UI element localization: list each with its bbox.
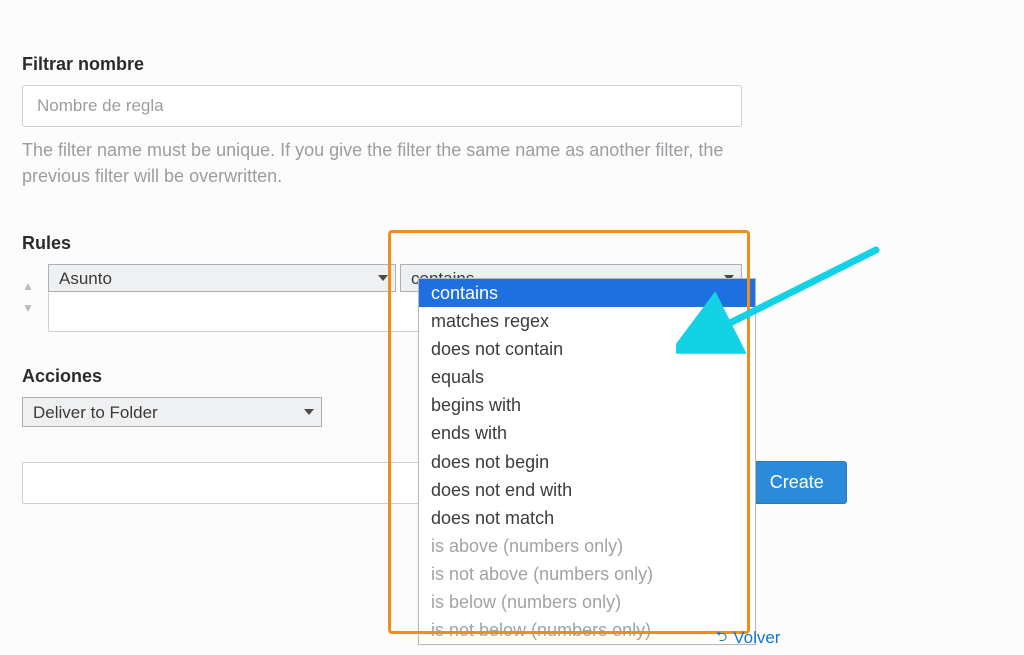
rule-move-up-icon[interactable]: ▲ — [22, 280, 42, 292]
operator-option[interactable]: matches regex — [419, 307, 755, 335]
operator-option: is below (numbers only) — [419, 588, 755, 616]
operator-option[interactable]: contains — [419, 279, 755, 307]
filter-name-help: The filter name must be unique. If you g… — [22, 137, 742, 189]
operator-option[interactable]: does not contain — [419, 335, 755, 363]
operator-option: is above (numbers only) — [419, 532, 755, 560]
operator-option[interactable]: equals — [419, 363, 755, 391]
operator-option: is not above (numbers only) — [419, 560, 755, 588]
operator-option[interactable]: ends with — [419, 419, 755, 447]
volver-link[interactable]: ⮌ Volver — [716, 626, 780, 650]
filter-name-input[interactable] — [22, 85, 742, 127]
volver-label: Volver — [733, 628, 780, 648]
operator-option[interactable]: does not end with — [419, 476, 755, 504]
operator-dropdown-panel: containsmatches regexdoes not containequ… — [418, 278, 756, 645]
operator-option[interactable]: does not match — [419, 504, 755, 532]
rule-subject-select[interactable]: Asunto — [48, 264, 396, 292]
operator-option[interactable]: does not begin — [419, 448, 755, 476]
rule-move-down-icon[interactable]: ▼ — [22, 302, 42, 314]
filter-name-label: Filtrar nombre — [22, 54, 1002, 75]
rules-label: Rules — [22, 233, 1002, 254]
volver-back-icon: ⮌ — [716, 626, 727, 650]
action-select[interactable]: Deliver to Folder — [22, 397, 322, 427]
filter-form-page: Filtrar nombre The filter name must be u… — [0, 0, 1024, 655]
operator-option[interactable]: begins with — [419, 391, 755, 419]
create-button[interactable]: Create — [747, 461, 847, 504]
rule-sort-arrows: ▲ ▼ — [22, 264, 42, 314]
operator-option: is not below (numbers only) — [419, 616, 755, 644]
